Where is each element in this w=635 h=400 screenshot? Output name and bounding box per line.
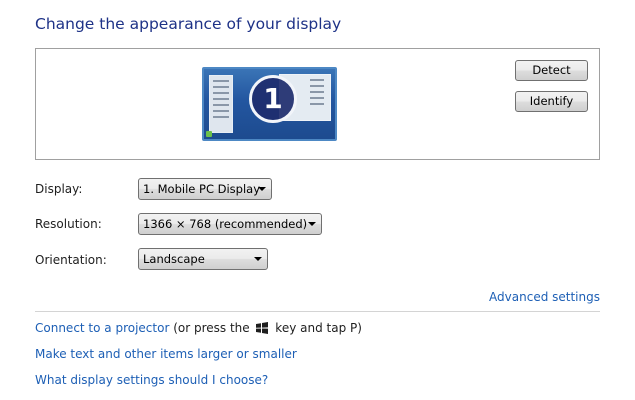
orientation-dropdown-value: Landscape <box>143 252 205 266</box>
windows-logo-icon <box>255 322 269 337</box>
connect-projector-link[interactable]: Connect to a projector <box>35 321 169 335</box>
monitor-thumbnail[interactable]: 1 <box>202 67 337 141</box>
display-label: Display: <box>35 182 83 196</box>
display-dropdown[interactable]: 1. Mobile PC Display <box>138 178 272 200</box>
orientation-label: Orientation: <box>35 253 107 267</box>
divider <box>35 311 600 312</box>
advanced-settings-link[interactable]: Advanced settings <box>489 290 600 304</box>
monitor-mini-start-icon <box>206 131 212 137</box>
display-settings-help-link[interactable]: What display settings should I choose? <box>35 373 268 387</box>
monitor-number-badge: 1 <box>249 75 297 123</box>
orientation-dropdown[interactable]: Landscape <box>138 248 268 270</box>
chevron-down-icon <box>258 187 266 191</box>
detect-button[interactable]: Detect <box>515 60 588 81</box>
chevron-down-icon <box>254 257 262 261</box>
resolution-label: Resolution: <box>35 217 102 231</box>
resolution-dropdown-value: 1366 × 768 (recommended) <box>143 217 308 231</box>
identify-button[interactable]: Identify <box>515 91 588 112</box>
projector-hint-after: key and tap P) <box>271 321 362 335</box>
chevron-down-icon <box>308 222 316 226</box>
projector-hint-before: (or press the <box>169 321 254 335</box>
text-size-link[interactable]: Make text and other items larger or smal… <box>35 347 297 361</box>
display-dropdown-value: 1. Mobile PC Display <box>143 182 261 196</box>
monitor-preview-area: 1 Detect Identify <box>35 48 600 160</box>
resolution-dropdown[interactable]: 1366 × 768 (recommended) <box>138 213 322 235</box>
projector-line: Connect to a projector (or press the key… <box>35 321 362 337</box>
monitor-mini-window-left <box>209 75 233 133</box>
page-title: Change the appearance of your display <box>35 15 342 33</box>
